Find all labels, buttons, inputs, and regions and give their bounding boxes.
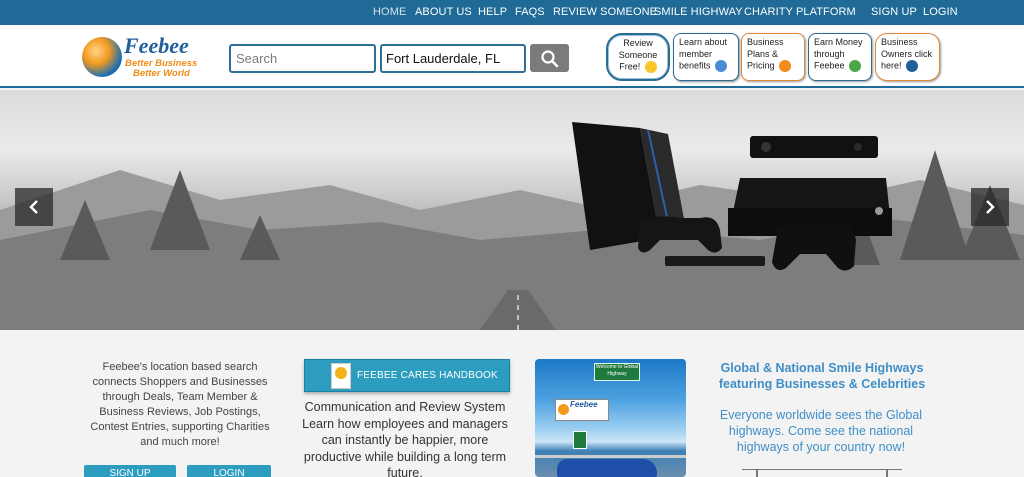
earn-money-button[interactable]: Earn Money through Feebee xyxy=(808,33,872,81)
money-icon xyxy=(849,60,862,72)
feebee-globe-icon xyxy=(82,37,122,77)
nav-review-someone[interactable]: REVIEW SOMEONE xyxy=(553,6,657,18)
top-nav-bar: HOME ABOUT US HELP FAQS REVIEW SOMEONE S… xyxy=(0,0,1024,25)
hero-carousel xyxy=(0,90,1024,330)
highway-sign: Welcome to Global Highway xyxy=(594,363,640,381)
business-owners-button[interactable]: Business Owners click here! xyxy=(875,33,940,81)
nav-smile-highway[interactable]: SMILE HIGHWAY xyxy=(654,6,743,18)
balloon-icon xyxy=(779,60,792,72)
nav-home[interactable]: HOME xyxy=(373,6,406,18)
sign-up-button[interactable]: SIGN UP xyxy=(84,465,176,477)
global-highways-title: Global & National Smile Highways featuri… xyxy=(718,361,926,391)
nav-about-us[interactable]: ABOUT US xyxy=(415,6,472,18)
feebee-cares-handbook-button[interactable]: FEEBEE CARES HANDBOOK xyxy=(304,359,510,392)
handbook-button-label: FEEBEE CARES HANDBOOK xyxy=(357,370,498,381)
handbook-description: Communication and Review System Learn ho… xyxy=(302,400,508,477)
highway-sign-frame xyxy=(742,469,902,477)
logo-tagline-2: Better World xyxy=(133,68,190,79)
search-input[interactable] xyxy=(229,44,376,73)
highway-logo-text: Feebee xyxy=(570,400,598,409)
nav-help[interactable]: HELP xyxy=(478,6,507,18)
member-benefits-button[interactable]: Learn about member benefits xyxy=(673,33,739,81)
carousel-next-button[interactable] xyxy=(971,188,1009,226)
review-someone-free-button[interactable]: Review Someone Free! xyxy=(606,33,670,81)
globe-icon xyxy=(715,60,728,72)
login-button[interactable]: LOGIN xyxy=(187,465,271,477)
search-icon xyxy=(541,50,559,68)
global-highways-text: Everyone worldwide sees the Global highw… xyxy=(719,408,923,454)
nav-sign-up[interactable]: SIGN UP xyxy=(871,6,917,18)
business-plans-pricing-button[interactable]: Business Plans & Pricing xyxy=(741,33,805,81)
chevron-left-icon xyxy=(29,200,38,214)
smiley-icon xyxy=(644,61,657,73)
nav-charity-platform[interactable]: CHARITY PLATFORM xyxy=(744,6,856,18)
nav-faqs[interactable]: FAQS xyxy=(515,6,545,18)
chevron-right-icon xyxy=(986,200,995,214)
nav-login[interactable]: LOGIN xyxy=(923,6,958,18)
chat-icon xyxy=(906,60,919,72)
handbook-document-icon xyxy=(331,363,351,389)
highway-logo-sign: Feebee xyxy=(555,399,609,421)
search-button[interactable] xyxy=(530,44,569,72)
intro-text: Feebee's location based search connects … xyxy=(90,361,270,448)
global-highway-image[interactable]: Welcome to Global Highway Feebee xyxy=(535,359,686,477)
hero-image xyxy=(0,122,1024,330)
guard-rail xyxy=(535,455,686,458)
content-section: Feebee's location based search connects … xyxy=(0,330,1024,477)
carousel-prev-button[interactable] xyxy=(15,188,53,226)
car-graphic xyxy=(557,459,657,477)
feebee-logo[interactable]: Feebee Better Business Better World xyxy=(82,33,207,83)
feebee-globe-icon xyxy=(558,404,569,415)
location-input[interactable] xyxy=(380,44,526,73)
logo-title: Feebee xyxy=(124,33,189,58)
road-marker-sign xyxy=(573,431,587,449)
